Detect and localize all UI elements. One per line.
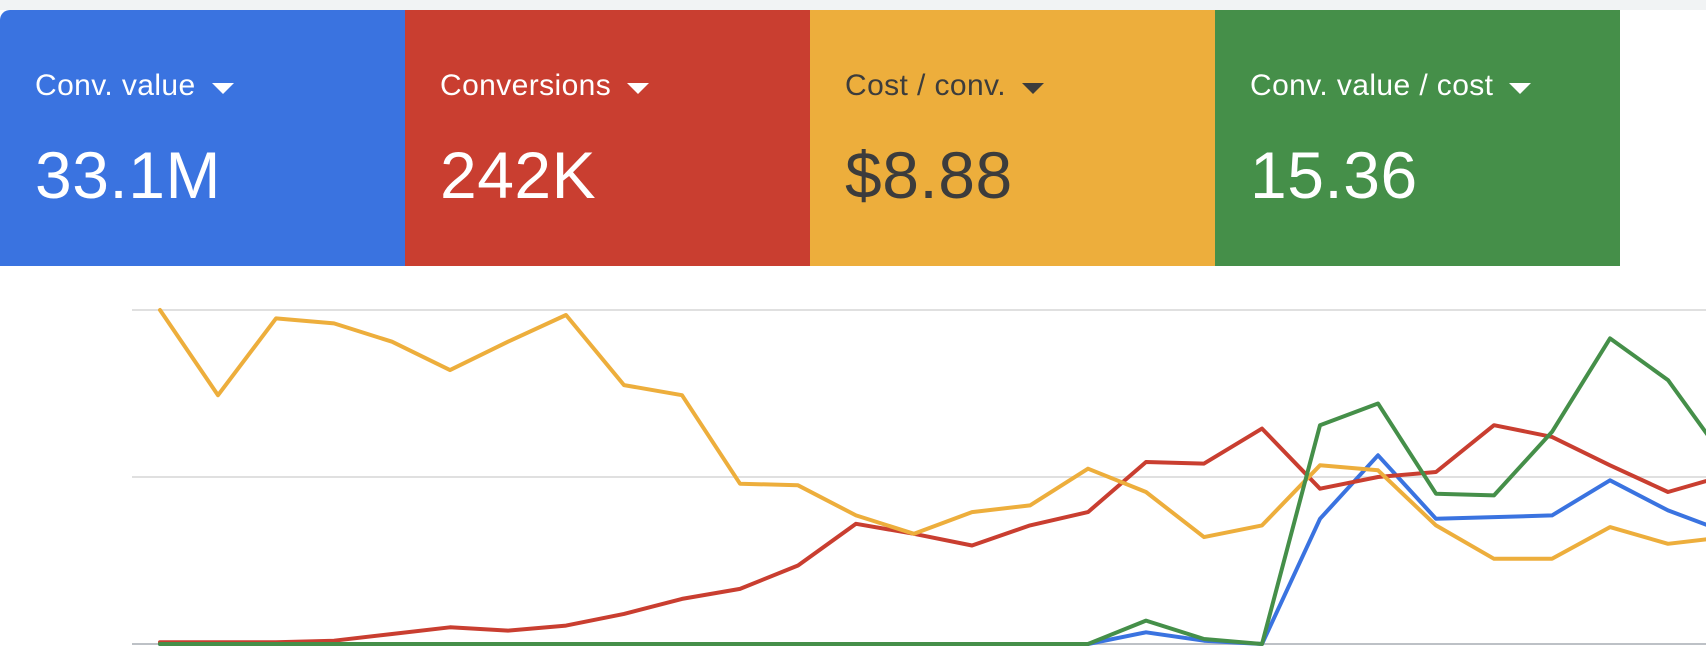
scorecard-label: Conv. value / cost [1250, 69, 1494, 102]
scorecard-conv-value[interactable]: Conv. value 33.1M [0, 10, 405, 266]
scorecard-label: Cost / conv. [845, 69, 1006, 102]
chart-series-line [158, 308, 1706, 561]
chart-series-line [158, 423, 1706, 645]
performance-line-chart [132, 308, 1706, 646]
scorecard-value: 15.36 [1250, 138, 1418, 212]
scorecard-row: Conv. value 33.1M Conversions 242K Cost … [0, 10, 1620, 266]
chart-series-line [158, 336, 1706, 646]
scorecard-header[interactable]: Conv. value [35, 68, 405, 104]
scorecard-value: $8.88 [845, 138, 1013, 212]
scorecard-conversions[interactable]: Conversions 242K [405, 10, 810, 266]
scorecard-label: Conversions [440, 69, 612, 102]
performance-overview: Conv. value 33.1M Conversions 242K Cost … [0, 0, 1706, 668]
scorecard-header[interactable]: Conv. value / cost [1250, 68, 1620, 104]
scorecard-header[interactable]: Cost / conv. [845, 68, 1215, 104]
caret-down-icon[interactable] [211, 82, 234, 94]
scorecard-label: Conv. value [35, 69, 196, 102]
caret-down-icon[interactable] [1021, 82, 1044, 94]
scorecard-conv-value-per-cost[interactable]: Conv. value / cost 15.36 [1215, 10, 1620, 266]
scorecard-value: 33.1M [35, 138, 221, 212]
chart-series-line [158, 453, 1706, 646]
caret-down-icon[interactable] [627, 82, 650, 94]
scorecard-value: 242K [440, 138, 597, 212]
scorecard-header[interactable]: Conversions [440, 68, 810, 104]
scorecard-cost-per-conv[interactable]: Cost / conv. $8.88 [810, 10, 1215, 266]
caret-down-icon[interactable] [1509, 82, 1532, 94]
top-strip [0, 0, 1706, 10]
